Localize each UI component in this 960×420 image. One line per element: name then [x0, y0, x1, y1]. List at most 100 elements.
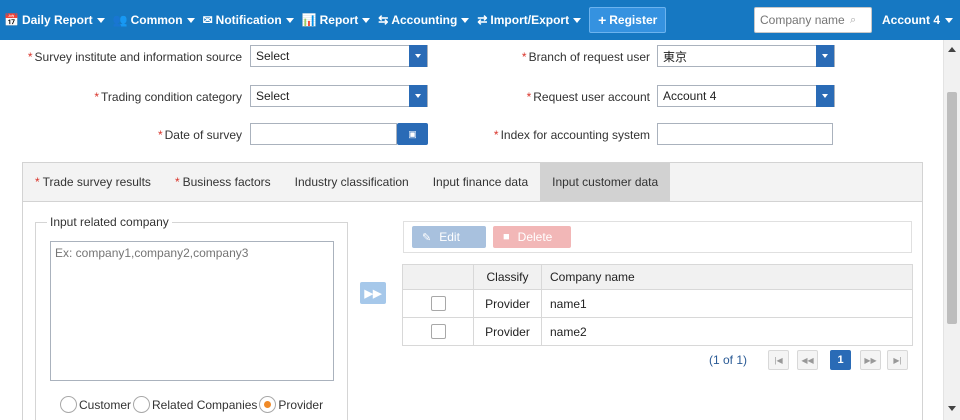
- calendar-picker-button[interactable]: ▣: [397, 123, 428, 145]
- row-checkbox[interactable]: [430, 324, 446, 340]
- account-label: Account 4: [882, 13, 941, 27]
- account-menu[interactable]: Account 4: [882, 0, 954, 40]
- next-page-button[interactable]: ▶▶: [860, 350, 881, 370]
- company-name-cell: name2: [541, 317, 913, 346]
- menu-label: Notification: [215, 13, 282, 27]
- search-icon[interactable]: ⌕: [850, 14, 856, 27]
- first-page-button[interactable]: |◀: [768, 350, 789, 370]
- survey-source-label: * Survey institute and information source: [27, 50, 242, 64]
- customer-radio[interactable]: [60, 396, 77, 413]
- edit-label: Edit: [439, 230, 460, 244]
- register-button[interactable]: + Register: [589, 7, 667, 33]
- accounting-index-input[interactable]: [657, 123, 833, 145]
- calendar-icon: 📅: [4, 13, 19, 27]
- tab-label: Input finance data: [432, 175, 529, 189]
- company-name-cell: name1: [541, 289, 913, 318]
- row-select-cell: [402, 317, 474, 346]
- caret-down-icon: [945, 17, 954, 23]
- dropdown-arrow-icon: [409, 85, 427, 107]
- page-number-button[interactable]: 1: [830, 350, 851, 370]
- classify-cell: Provider: [473, 317, 542, 346]
- next-page-icon: ▶▶: [864, 355, 877, 365]
- table-toolbar: ✎ Edit ■ Delete: [403, 221, 912, 253]
- date-of-survey-input[interactable]: [250, 123, 397, 145]
- related-company-textarea[interactable]: [50, 241, 334, 381]
- bar-chart-icon: 📊: [301, 13, 317, 27]
- trading-category-select[interactable]: Select: [250, 85, 428, 107]
- exchange-icon: ⇆: [378, 13, 389, 27]
- header-classify[interactable]: Classify: [473, 264, 542, 290]
- menu-common[interactable]: 👥 Common: [113, 13, 195, 27]
- vertical-scrollbar[interactable]: [943, 40, 960, 420]
- tab-label: Industry classification: [294, 175, 409, 189]
- caret-down-icon: [285, 17, 294, 23]
- table-row[interactable]: Provider name2: [402, 317, 913, 346]
- caret-down-icon: [186, 17, 195, 23]
- menu-import-export[interactable]: ⇄ Import/Export: [477, 13, 582, 27]
- row-checkbox[interactable]: [430, 296, 446, 312]
- trash-icon: ■: [503, 231, 510, 243]
- menu-label: Report: [319, 13, 359, 27]
- select-value: Select: [256, 89, 290, 103]
- date-of-survey-label: * Date of survey: [157, 128, 242, 142]
- register-label: Register: [609, 13, 658, 27]
- caret-down-icon: [461, 17, 470, 23]
- menu-label: Accounting: [391, 13, 458, 27]
- radio-label: Provider: [278, 397, 324, 412]
- menu-report[interactable]: 📊 Report: [302, 13, 371, 27]
- menu-label: Import/Export: [490, 13, 570, 27]
- envelope-icon: ✉: [202, 13, 213, 27]
- last-page-icon: ▶|: [893, 355, 902, 365]
- related-companies-radio[interactable]: [133, 396, 151, 413]
- menu-accounting[interactable]: ⇆ Accounting: [378, 13, 470, 27]
- tab-industry-classification[interactable]: Industry classification: [283, 163, 421, 201]
- provider-radio[interactable]: [259, 396, 277, 413]
- table-row[interactable]: Provider name1: [402, 289, 913, 318]
- tab-business-factors[interactable]: * Business factors: [163, 163, 283, 201]
- calendar-icon: ▣: [408, 128, 417, 139]
- tab-bar: * Trade survey results * Business factors …: [22, 162, 923, 202]
- caret-down-icon: [362, 17, 371, 23]
- tab-input-customer-data[interactable]: Input customer data: [540, 163, 671, 201]
- menu-label: Common: [130, 13, 183, 27]
- accounting-index-label: * Index for accounting system: [493, 128, 650, 142]
- classify-cell: Provider: [473, 289, 542, 318]
- related-company-legend: Input related company: [47, 215, 172, 229]
- tab-label: Input customer data: [552, 175, 659, 189]
- delete-button[interactable]: ■ Delete: [493, 226, 571, 248]
- scroll-up-icon[interactable]: [948, 47, 956, 52]
- double-chevron-right-icon: ▶▶: [364, 287, 382, 300]
- tab-input-finance-data[interactable]: Input finance data: [421, 163, 540, 201]
- edit-button[interactable]: ✎ Edit: [412, 226, 486, 248]
- transfer-icon: ⇄: [477, 13, 488, 27]
- company-type-radio-group: Customer Related Companies Provider: [60, 396, 325, 413]
- first-page-icon: |◀: [774, 355, 783, 365]
- row-select-cell: [402, 289, 474, 318]
- menu-notification[interactable]: ✉ Notification: [203, 13, 294, 27]
- trading-category-label: * Trading condition category: [94, 90, 242, 104]
- scroll-thumb[interactable]: [947, 92, 957, 324]
- edit-icon: ✎: [422, 231, 432, 244]
- table-header-row: Classify Company name: [402, 264, 913, 290]
- radio-label: Customer: [79, 397, 132, 412]
- request-account-label: * Request user account: [526, 90, 650, 104]
- radio-label: Related Companies: [152, 397, 258, 412]
- prev-page-button[interactable]: ◀◀: [797, 350, 818, 370]
- menu-label: Daily Report: [21, 13, 93, 27]
- add-to-table-button[interactable]: ▶▶: [360, 282, 386, 304]
- last-page-button[interactable]: ▶|: [887, 350, 908, 370]
- header-company-name[interactable]: Company name: [541, 264, 913, 290]
- menu-daily-report[interactable]: 📅 Daily Report: [4, 13, 105, 27]
- company-table: Classify Company name Provider name1 Pro…: [402, 264, 913, 346]
- branch-select[interactable]: 東京: [657, 45, 835, 67]
- request-account-select[interactable]: Account 4: [657, 85, 835, 107]
- survey-source-select[interactable]: Select: [250, 45, 428, 67]
- scroll-down-icon[interactable]: [948, 406, 956, 411]
- tab-trade-survey-results[interactable]: * Trade survey results: [23, 163, 163, 201]
- company-search: ⌕: [754, 7, 872, 33]
- dropdown-arrow-icon: [816, 45, 834, 67]
- header-select: [402, 264, 474, 290]
- tab-label: Business factors: [182, 175, 271, 189]
- select-value: Select: [256, 49, 290, 63]
- search-input[interactable]: [755, 13, 850, 27]
